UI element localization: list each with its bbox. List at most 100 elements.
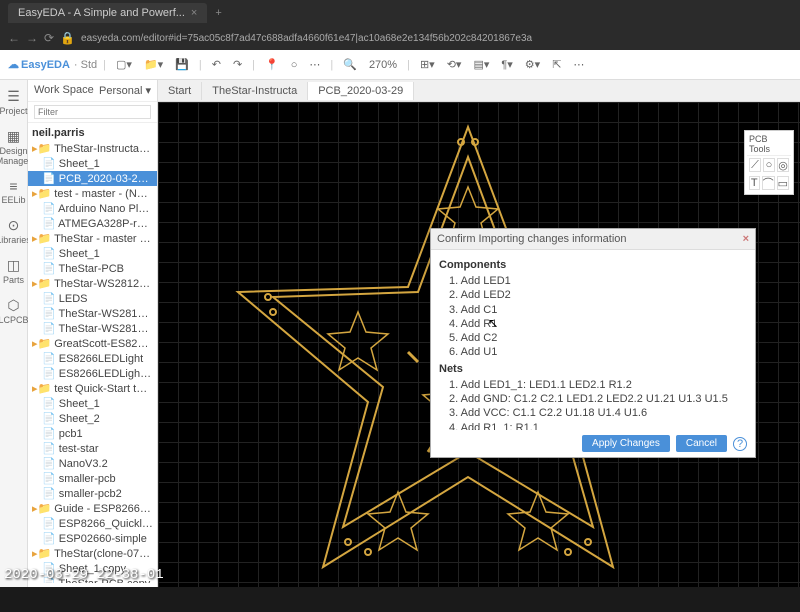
new-tab-icon[interactable]: + bbox=[215, 7, 221, 19]
tree-item[interactable]: 📄 LEDS bbox=[28, 291, 157, 306]
marker-icon[interactable]: 📍 bbox=[261, 56, 283, 73]
arc-icon[interactable]: ⌒ bbox=[762, 176, 775, 190]
tree-item[interactable]: ▸📁 TheStar-Instructables - master - (N bbox=[28, 141, 157, 156]
reload-icon[interactable]: ⟳ bbox=[44, 31, 54, 45]
tree-item[interactable]: 📄 NanoV3.2 bbox=[28, 456, 157, 471]
rect-icon[interactable]: ▭ bbox=[777, 176, 789, 190]
help-icon[interactable]: ? bbox=[733, 437, 747, 451]
tree-item[interactable]: ▸📁 TheStar - master - (Neil Parris) bbox=[28, 231, 157, 246]
pad-icon[interactable]: ○ bbox=[763, 158, 775, 172]
net-item: 3. Add VCC: C1.1 C2.2 U1.18 U1.4 U1.6 bbox=[449, 406, 747, 420]
tree-item[interactable]: 📄 ES8266LEDLight-PCB bbox=[28, 366, 157, 381]
dialog-footer: Apply Changes Cancel ? bbox=[431, 430, 755, 457]
rail-design manager[interactable]: ▦Design Manager bbox=[0, 128, 31, 166]
tree-item[interactable]: 📄 ESP8266_Quickly_Design bbox=[28, 516, 157, 531]
dialog-titlebar[interactable]: Confirm Importing changes information × bbox=[431, 229, 755, 250]
tree-item[interactable]: 📄 Sheet_2 bbox=[28, 411, 157, 426]
more-icon[interactable]: ⋯ bbox=[569, 56, 588, 73]
timestamp-overlay: 2020-03-29 22-38-01 bbox=[4, 567, 164, 583]
tree-item[interactable]: 📄 TheStar-WS2812-PCB bbox=[28, 321, 157, 336]
rail-lcpcb[interactable]: ⬡LCPCB bbox=[0, 297, 29, 325]
tree-item[interactable]: ▸📁 test Quick-Start to EasyEDA - mas bbox=[28, 381, 157, 396]
via-icon[interactable]: ◎ bbox=[777, 158, 789, 172]
component-item: 5. Add C2 bbox=[449, 331, 747, 345]
tree-item[interactable]: 📄 smaller-pcb2 bbox=[28, 486, 157, 501]
component-item: 6. Add U1 bbox=[449, 345, 747, 359]
cancel-button[interactable]: Cancel bbox=[676, 435, 727, 452]
tree-item[interactable]: 📄 TheStar-PCB bbox=[28, 261, 157, 276]
filter-input[interactable] bbox=[34, 105, 151, 119]
rail-parts[interactable]: ◫Parts bbox=[3, 257, 24, 285]
pcb-tools-panel[interactable]: PCB Tools ⟋○◎ T⌒▭ bbox=[744, 130, 794, 195]
doc-tab[interactable]: TheStar-Instructa bbox=[202, 82, 308, 100]
component-item: 3. Add C1 bbox=[449, 303, 747, 317]
zoom-icon[interactable]: 🔍 bbox=[339, 56, 361, 73]
close-icon[interactable]: × bbox=[191, 7, 197, 19]
text-icon[interactable]: T bbox=[749, 176, 760, 190]
browser-tab-bar: EasyEDA - A Simple and Powerf... × + bbox=[0, 0, 800, 26]
align-icon[interactable]: ▤▾ bbox=[469, 56, 493, 73]
tree-item[interactable]: ▸📁 TheStar-WS2812B - master - (Nei bbox=[28, 276, 157, 291]
pcb-tools-title: PCB Tools bbox=[747, 133, 791, 156]
file-menu-icon[interactable]: ▢▾ bbox=[112, 56, 136, 73]
rail-libraries[interactable]: ⊙Libraries bbox=[0, 217, 31, 245]
tree-item[interactable]: 📄 pcb1 bbox=[28, 426, 157, 441]
dialog-title-text: Confirm Importing changes information bbox=[437, 233, 627, 245]
link-icon[interactable]: ¶▾ bbox=[497, 56, 516, 73]
component-item: 2. Add LED2 bbox=[449, 288, 747, 302]
nets-heading: Nets bbox=[439, 363, 747, 375]
export-icon[interactable]: ⇱ bbox=[548, 56, 565, 73]
tab-title: EasyEDA - A Simple and Powerf... bbox=[18, 7, 185, 19]
document-tabs: StartTheStar-InstructaPCB_2020-03-29 bbox=[158, 80, 800, 102]
workspace-header: Work Space Personal ▾ bbox=[28, 80, 157, 102]
tree-item[interactable]: ▸📁 Guide - ESP8266_Quickly_Design bbox=[28, 501, 157, 516]
zoom-value[interactable]: 270% bbox=[365, 57, 401, 73]
filter-row bbox=[28, 102, 157, 123]
logo[interactable]: ☁ EasyEDA bbox=[8, 58, 70, 71]
apply-changes-button[interactable]: Apply Changes bbox=[582, 435, 670, 452]
net-item: 1. Add LED1_1: LED1.1 LED2.1 R1.2 bbox=[449, 378, 747, 392]
redo-icon[interactable]: ↷ bbox=[229, 56, 246, 73]
doc-tab[interactable]: PCB_2020-03-29 bbox=[308, 82, 414, 100]
tree-item[interactable]: 📄 Sheet_1 bbox=[28, 156, 157, 171]
rail-project[interactable]: ☰Project bbox=[0, 88, 28, 116]
rail-eelib[interactable]: ≡EELib bbox=[1, 178, 25, 205]
tree-item[interactable]: 📄 Sheet_1 bbox=[28, 246, 157, 261]
undo-icon[interactable]: ↶ bbox=[208, 56, 225, 73]
components-heading: Components bbox=[439, 259, 747, 271]
sidebar: Work Space Personal ▾ neil.parris ▸📁 The… bbox=[28, 80, 158, 587]
tree-item[interactable]: 📄 Arduino Nano Playboard bbox=[28, 201, 157, 216]
folder-icon[interactable]: 📁▾ bbox=[140, 56, 167, 73]
net-item: 4. Add R1_1: R1.1 bbox=[449, 421, 747, 430]
url-text[interactable]: easyeda.com/editor#id=75ac05c8f7ad47c688… bbox=[81, 33, 792, 44]
tree-item[interactable]: ▸📁 TheStar(clone-07022020) - master bbox=[28, 546, 157, 561]
tree-item[interactable]: 📄 ESP02660-simple bbox=[28, 531, 157, 546]
tree-item[interactable]: 📄 ES8266LEDLight bbox=[28, 351, 157, 366]
tree-item[interactable]: 📄 test-star bbox=[28, 441, 157, 456]
save-icon[interactable]: 💾 bbox=[171, 56, 193, 73]
component-item: 1. Add LED1 bbox=[449, 274, 747, 288]
project-tree: neil.parris ▸📁 TheStar-Instructables - m… bbox=[28, 123, 157, 583]
left-rail: ☰Project ▦Design Manager ≡EELib ⊙Libraries ◫… bbox=[0, 80, 28, 587]
tree-item[interactable]: ▸📁 test - master - (Neil Parris) bbox=[28, 186, 157, 201]
browser-tab[interactable]: EasyEDA - A Simple and Powerf... × bbox=[8, 3, 207, 23]
tool-icon[interactable]: ⊞▾ bbox=[416, 56, 439, 73]
rotate-icon[interactable]: ⟲▾ bbox=[443, 56, 466, 73]
tree-item[interactable]: 📄 smaller-pcb bbox=[28, 471, 157, 486]
tree-item[interactable]: ▸📁 GreatScott-ES8266LEDLight - mas bbox=[28, 336, 157, 351]
workspace-scope[interactable]: Personal ▾ bbox=[99, 84, 151, 97]
tree-item[interactable]: 📄 TheStar-WS2812-sch bbox=[28, 306, 157, 321]
doc-tab[interactable]: Start bbox=[158, 82, 202, 100]
tree-item[interactable]: 📄 PCB_2020-03-29 22:28:17 bbox=[28, 171, 157, 186]
import-changes-dialog: Confirm Importing changes information × … bbox=[430, 228, 756, 458]
tree-item[interactable]: 📄 ATMEGA328P-rotation-test bbox=[28, 216, 157, 231]
chain-icon[interactable]: ⋯ bbox=[305, 56, 324, 73]
close-icon[interactable]: × bbox=[743, 233, 749, 245]
tree-item[interactable]: 📄 Sheet_1 bbox=[28, 396, 157, 411]
circle-icon[interactable]: ○ bbox=[287, 57, 302, 73]
track-icon[interactable]: ⟋ bbox=[749, 158, 761, 172]
forward-icon[interactable]: → bbox=[26, 31, 38, 45]
settings-icon[interactable]: ⚙▾ bbox=[521, 56, 544, 73]
back-icon[interactable]: ← bbox=[8, 31, 20, 45]
user-name: neil.parris bbox=[28, 125, 157, 141]
